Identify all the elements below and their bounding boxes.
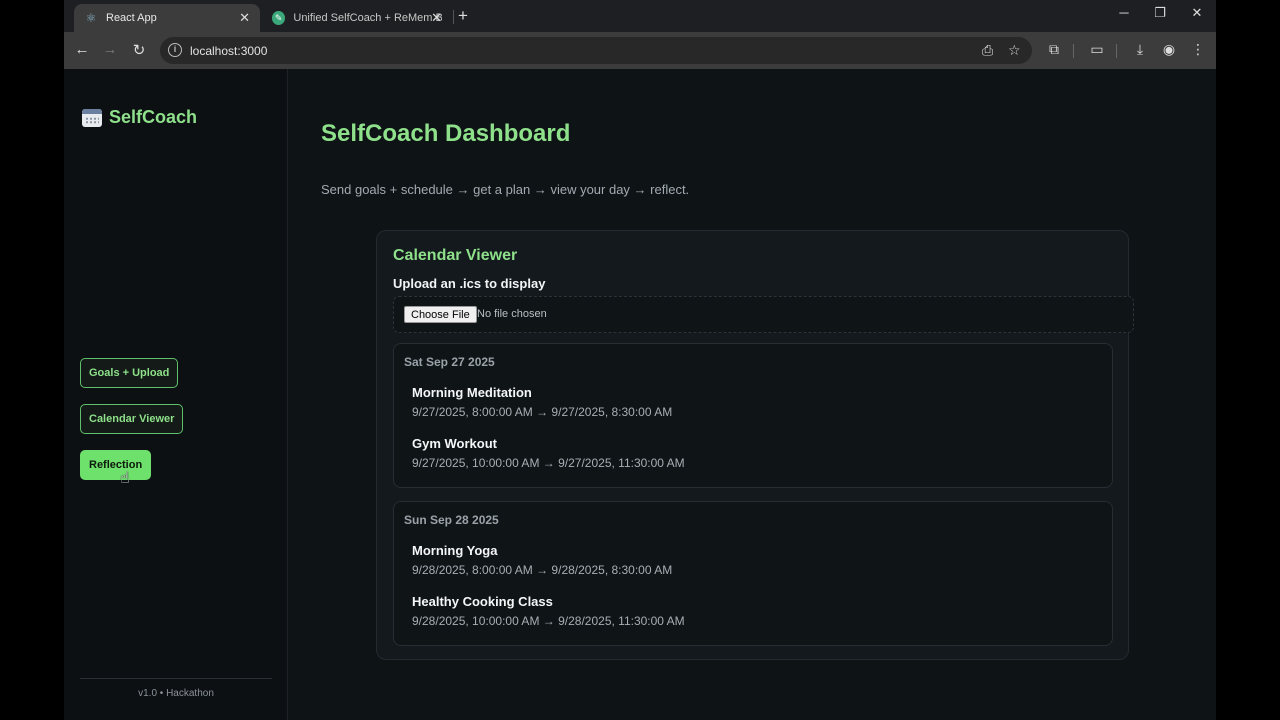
feather-icon: ✎ (272, 11, 286, 25)
browser-toolbar: ← → ↻ i localhost:3000 ⎙ ☆ ⧉ ▭ ⤓ ◉ ⋮ (64, 32, 1216, 69)
day-group: Sat Sep 27 2025 Morning Meditation 9/27/… (393, 343, 1113, 488)
tab-react-app[interactable]: ⚛ React App ✕ (74, 4, 260, 32)
app-root: SelfCoach Goals + Upload Calendar Viewer… (64, 69, 1216, 720)
profile-icon[interactable]: ◉ (1159, 41, 1179, 58)
hand-cursor-icon: ☝ (120, 470, 130, 487)
nav-reflection-button[interactable]: Reflection (80, 450, 152, 480)
event-item: Healthy Cooking Class 9/28/2025, 10:00:0… (412, 594, 685, 628)
sidebar-footer: v1.0 • Hackathon (80, 678, 272, 699)
install-app-icon[interactable]: ⎙ (982, 42, 993, 59)
nav-goals-upload-button[interactable]: Goals + Upload (80, 358, 179, 388)
day-date: Sat Sep 27 2025 (404, 355, 495, 369)
event-item: Morning Yoga 9/28/2025, 8:00:00 AM → 9/2… (412, 543, 672, 577)
event-time: 9/28/2025, 8:00:00 AM → 9/28/2025, 8:30:… (412, 563, 673, 577)
minimize-icon[interactable]: ─ (1109, 5, 1139, 20)
event-time: 9/27/2025, 10:00:00 AM → 9/27/2025, 11:3… (412, 456, 685, 470)
upload-label: Upload an .ics to display (393, 276, 546, 291)
site-info-icon[interactable]: i (168, 43, 182, 57)
nav-calendar-viewer-button[interactable]: Calendar Viewer (80, 404, 184, 434)
day-group: Sun Sep 28 2025 Morning Yoga 9/28/2025, … (393, 501, 1113, 646)
forward-icon[interactable]: → (100, 41, 120, 58)
tab-selfcoach[interactable]: ✎ Unified SelfCoach + ReMem Ba ✕ (262, 4, 452, 32)
media-icon[interactable]: ▭ (1087, 41, 1107, 58)
toolbar-separator (1116, 44, 1117, 58)
event-title: Morning Yoga (412, 543, 498, 558)
page-subtitle: Send goals + schedule → get a plan → vie… (321, 182, 690, 197)
close-tab-icon[interactable]: ✕ (239, 10, 250, 26)
event-title: Morning Meditation (412, 385, 532, 400)
file-input[interactable]: Choose File No file chosen (393, 296, 1134, 333)
brand: SelfCoach (82, 107, 197, 128)
card-title: Calendar Viewer (393, 247, 518, 264)
download-icon[interactable]: ⤓ (1130, 41, 1150, 58)
tab-separator (453, 10, 454, 24)
tab-strip: ⚛ React App ✕ ✎ Unified SelfCoach + ReMe… (64, 0, 1216, 32)
event-time: 9/28/2025, 10:00:00 AM → 9/28/2025, 11:3… (412, 614, 685, 628)
restore-icon[interactable]: ❐ (1145, 5, 1175, 21)
calendar-icon (82, 108, 102, 127)
browser-window: ⚛ React App ✕ ✎ Unified SelfCoach + ReMe… (64, 0, 1216, 720)
file-status: No file chosen (477, 308, 547, 320)
back-icon[interactable]: ← (72, 41, 92, 58)
tab-title: React App (106, 12, 157, 24)
tab-title: Unified SelfCoach + ReMem Ba (293, 12, 442, 24)
page-title: SelfCoach Dashboard (321, 120, 571, 147)
main-content: SelfCoach Dashboard Send goals + schedul… (289, 69, 1216, 720)
sidebar: SelfCoach Goals + Upload Calendar Viewer… (64, 69, 288, 720)
calendar-viewer-card: Calendar Viewer Upload an .ics to displa… (376, 230, 1134, 660)
day-date: Sun Sep 28 2025 (404, 513, 499, 527)
react-icon: ⚛ (85, 11, 97, 25)
close-tab-icon[interactable]: ✕ (431, 10, 442, 26)
event-item: Morning Meditation 9/27/2025, 8:00:00 AM… (412, 385, 672, 419)
event-time: 9/27/2025, 8:00:00 AM → 9/27/2025, 8:30:… (412, 405, 673, 419)
extensions-icon[interactable]: ⧉ (1044, 41, 1064, 58)
event-title: Gym Workout (412, 436, 497, 451)
menu-icon[interactable]: ⋮ (1188, 41, 1208, 58)
bookmark-star-icon[interactable]: ☆ (1008, 42, 1021, 59)
address-bar[interactable]: i localhost:3000 ⎙ ☆ (160, 37, 1032, 64)
url-text: localhost:3000 (190, 44, 268, 58)
close-window-icon[interactable]: ✕ (1182, 5, 1212, 21)
toolbar-separator (1073, 44, 1074, 58)
choose-file-button[interactable]: Choose File (404, 306, 477, 323)
event-title: Healthy Cooking Class (412, 594, 553, 609)
brand-name: SelfCoach (109, 107, 198, 127)
reload-icon[interactable]: ↻ (129, 41, 149, 59)
new-tab-icon[interactable]: + (458, 6, 468, 26)
event-item: Gym Workout 9/27/2025, 10:00:00 AM → 9/2… (412, 436, 685, 470)
